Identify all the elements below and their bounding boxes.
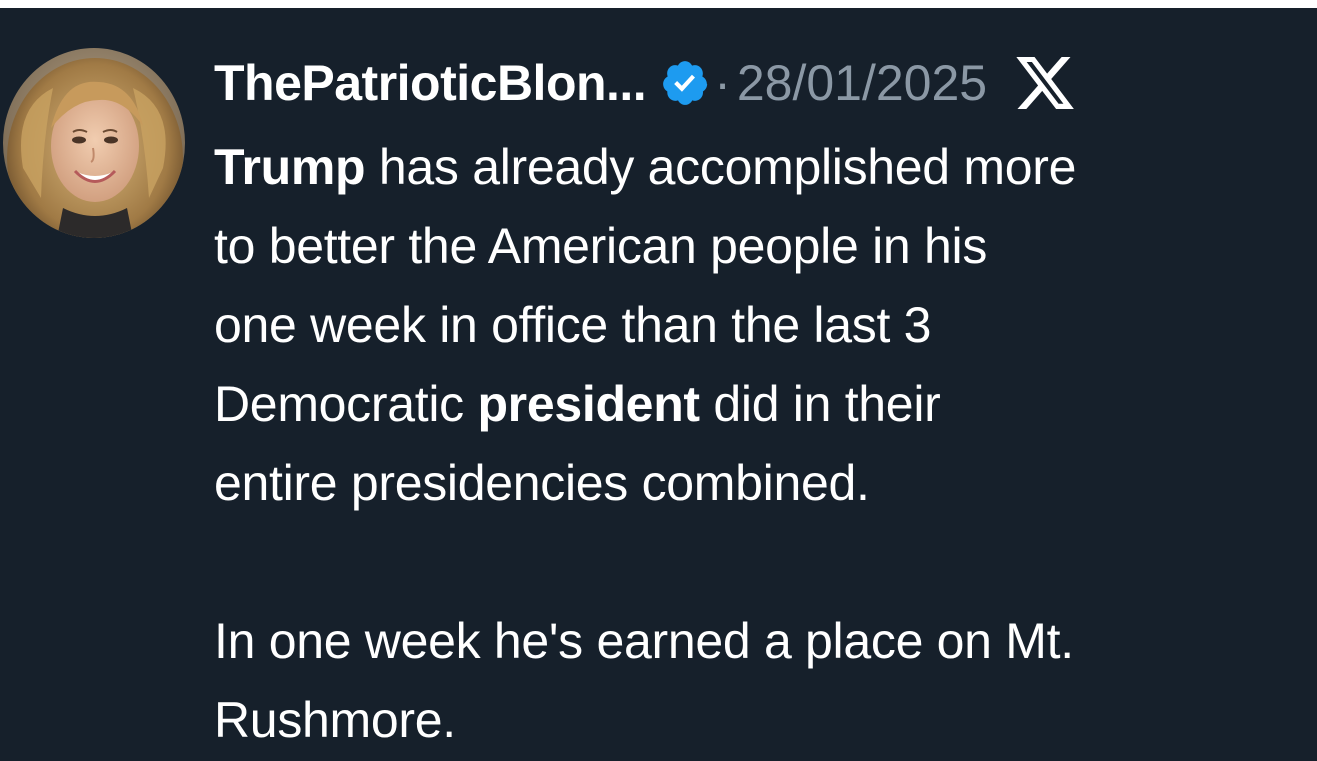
text-segment: has already accomplished more [365,139,1077,195]
avatar-image [3,48,185,238]
separator-dot: · [714,55,731,111]
author-name[interactable]: ThePatrioticBlon... [214,54,647,112]
tweet-text: Trump has already accomplished more to b… [214,128,1309,760]
tweet-text-line: In one week he's earned a place on Mt. [214,613,1074,669]
tweet-text-line: Rushmore. [214,692,456,748]
text-segment: Democratic [214,376,478,432]
tweet-date[interactable]: 28/01/2025 [737,54,987,112]
tweet-text-line: to better the American people in his [214,218,988,274]
verified-badge-icon [660,58,710,108]
bold-text: Trump [214,139,366,195]
tweet-card: ThePatrioticBlon... · 28/01/2025 Trump h… [0,8,1317,761]
tweet-text-line: Trump has already accomplished more [214,128,1309,207]
tweet-text-line: one week in office than the last 3 [214,297,932,353]
tweet-header: ThePatrioticBlon... · 28/01/2025 [214,48,1077,118]
bold-text: president [477,376,700,432]
x-logo-icon[interactable] [1013,51,1077,115]
tweet-text-line: Democratic president did in their [214,365,1309,444]
tweet-text-line: entire presidencies combined. [214,455,870,511]
text-segment: did in their [699,376,941,432]
avatar[interactable] [3,48,185,238]
paragraph-break [214,523,1309,602]
